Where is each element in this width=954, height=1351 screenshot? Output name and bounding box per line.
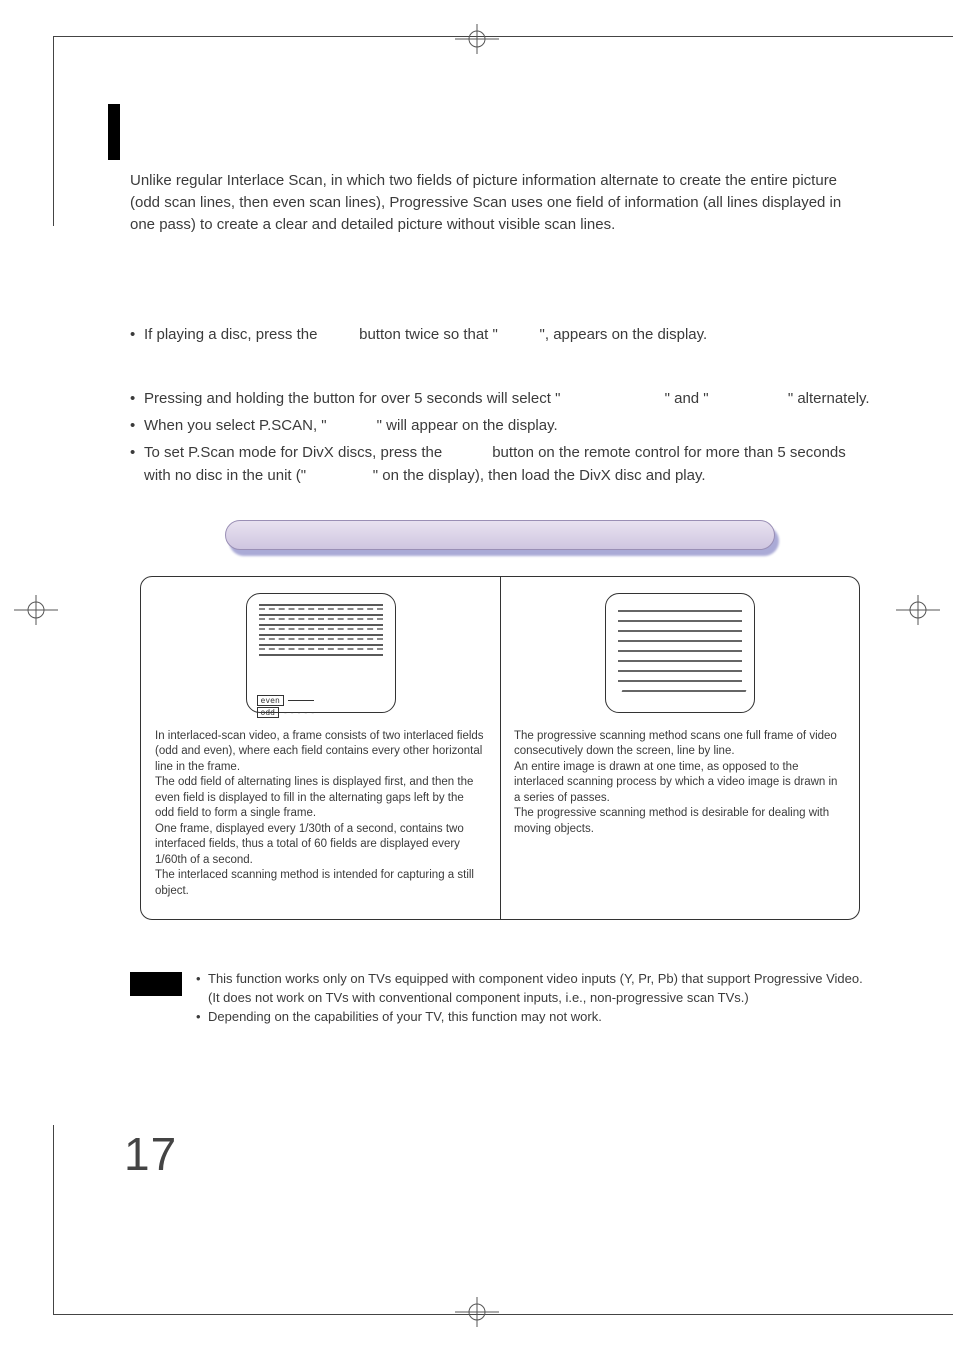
blank-slot: [331, 417, 373, 434]
bullet-icon: •: [130, 387, 144, 410]
frame-rule: [53, 1314, 953, 1315]
blank-slot: [502, 326, 535, 343]
bullet-icon: •: [130, 414, 144, 437]
blank-slot: [446, 444, 488, 461]
list-item: • This function works only on TVs equipp…: [196, 970, 870, 1008]
body-content: Unlike regular Interlace Scan, in which …: [130, 170, 870, 920]
text-fragment: " on the display), then load the DivX di…: [373, 467, 706, 484]
legend-odd: odd: [257, 707, 279, 718]
bullet-icon: •: [196, 970, 208, 1008]
frame-rule: [53, 36, 953, 37]
progressive-desc: The progressive scanning method is desir…: [514, 806, 845, 837]
interlaced-desc: One frame, displayed every 1/30th of a s…: [155, 822, 486, 869]
text-fragment: button twice so that ": [359, 326, 498, 343]
bullet-icon: •: [130, 441, 144, 488]
note-text: • This function works only on TVs equipp…: [196, 970, 870, 1027]
text-fragment: ", appears on the display.: [540, 326, 708, 343]
note-line: This function works only on TVs equipped…: [208, 970, 870, 1008]
list-item-text: If playing a disc, press the button twic…: [144, 323, 870, 346]
interlaced-desc: In interlaced-scan video, a frame consis…: [155, 729, 486, 776]
registration-mark-icon: [896, 595, 940, 625]
section-marker: [108, 104, 120, 160]
interlaced-desc: The interlaced scanning method is intend…: [155, 868, 486, 899]
progressive-desc: The progressive scanning method scans on…: [514, 729, 845, 760]
text-fragment: " alternately.: [788, 390, 870, 407]
blank-slot: [322, 326, 355, 343]
page: Unlike regular Interlace Scan, in which …: [0, 0, 954, 1351]
text-fragment: " and ": [665, 390, 709, 407]
diagram-legend: even: [257, 695, 314, 706]
interlaced-diagram: even odd -----: [246, 593, 396, 713]
blank-slot: [713, 390, 784, 407]
dash-icon: -----: [283, 708, 317, 717]
list-item-text: Pressing and holding the button for over…: [144, 387, 870, 410]
text-fragment: To set P.Scan mode for DivX discs, press…: [144, 444, 446, 461]
intro-paragraph: Unlike regular Interlace Scan, in which …: [130, 170, 870, 235]
progressive-column: The progressive scanning method scans on…: [500, 577, 859, 920]
bullet-list: • If playing a disc, press the button tw…: [130, 323, 870, 487]
progressive-desc: An entire image is drawn at one time, as…: [514, 760, 845, 807]
list-item-text: When you select P.SCAN, " " will appear …: [144, 414, 870, 437]
text-fragment: Pressing and holding the button for over…: [144, 390, 560, 407]
frame-rule: [53, 36, 64, 226]
registration-mark-icon: [455, 24, 499, 54]
list-item: • If playing a disc, press the button tw…: [130, 323, 870, 346]
progressive-diagram: [605, 593, 755, 713]
registration-mark-icon: [455, 1297, 499, 1327]
note-block: • This function works only on TVs equipp…: [130, 970, 870, 1027]
divider: [500, 577, 501, 920]
list-item: • Pressing and holding the button for ov…: [130, 387, 870, 410]
text-fragment: If playing a disc, press the: [144, 326, 322, 343]
section-heading-pill: [225, 520, 775, 558]
text-fragment: " will appear on the display.: [377, 417, 558, 434]
bullet-icon: •: [196, 1008, 208, 1027]
list-item: • Depending on the capabilities of your …: [196, 1008, 870, 1027]
legend-even: even: [257, 695, 284, 706]
text-fragment: When you select P.SCAN, ": [144, 417, 327, 434]
list-item-text: To set P.Scan mode for DivX discs, press…: [144, 441, 870, 488]
bullet-icon: •: [130, 323, 144, 346]
diagram-legend: odd -----: [257, 707, 318, 718]
interlaced-column: even odd ----- In interlaced-scan video,…: [141, 577, 500, 920]
page-number: 17: [124, 1127, 177, 1181]
list-item: • To set P.Scan mode for DivX discs, pre…: [130, 441, 870, 488]
frame-rule: [53, 1125, 64, 1315]
note-badge-icon: [130, 972, 182, 996]
registration-mark-icon: [14, 595, 58, 625]
interlaced-desc: The odd field of alternating lines is di…: [155, 775, 486, 822]
note-line: Depending on the capabilities of your TV…: [208, 1008, 870, 1027]
comparison-panel: even odd ----- In interlaced-scan video,…: [140, 576, 860, 921]
list-item: • When you select P.SCAN, " " will appea…: [130, 414, 870, 437]
blank-slot: [310, 467, 368, 484]
blank-slot: [565, 390, 661, 407]
